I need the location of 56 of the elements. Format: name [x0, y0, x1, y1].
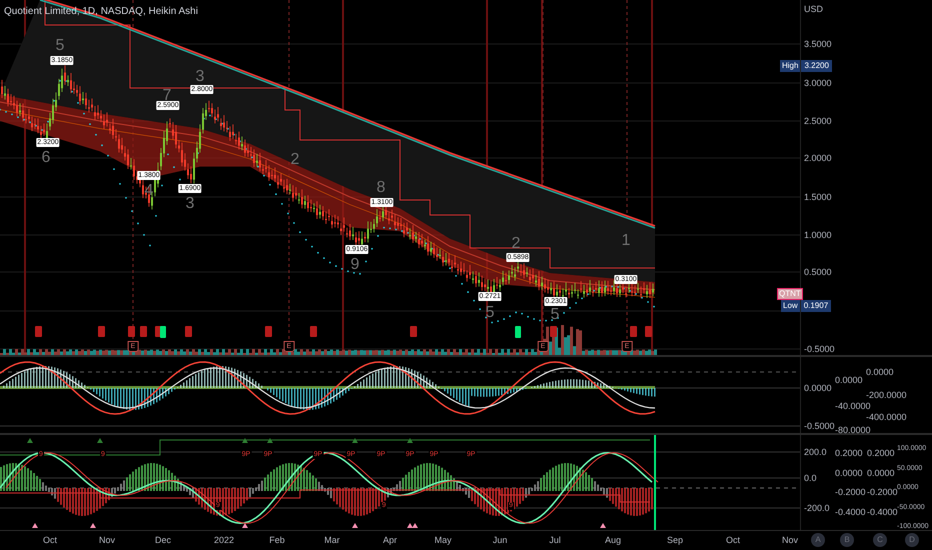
- axis-label: -0.2000: [835, 486, 866, 498]
- time-label: Aug: [605, 534, 621, 546]
- time-label: Oct: [726, 534, 740, 546]
- axis-label: 0.0000: [867, 467, 895, 479]
- axis-label: 1.0000: [804, 229, 832, 241]
- wave-number: 2: [290, 152, 300, 168]
- time-label: Sep: [667, 534, 683, 546]
- axis-label: 0.2000: [835, 447, 863, 459]
- axis-label: -0.5000: [804, 420, 835, 432]
- time-label: Nov: [782, 534, 798, 546]
- time-label: Apr: [383, 534, 397, 546]
- wave-number: 6: [42, 150, 50, 166]
- low-value: 0.1907: [800, 300, 832, 312]
- axis-label: 0.0000: [835, 374, 863, 386]
- axis-label: -400.0000: [866, 411, 907, 423]
- high-label: High: [780, 60, 800, 72]
- wave-number: 9: [350, 257, 360, 273]
- wave-number: 5: [550, 307, 560, 323]
- axis-label: -0.4000: [867, 507, 898, 518]
- axis-label: 0.0000: [835, 467, 863, 479]
- axis-label: 2.0000: [804, 152, 832, 164]
- axis-label: 3.5000: [804, 38, 832, 50]
- axis-label: 2.5000: [804, 115, 832, 127]
- wave-number: 5: [56, 38, 64, 54]
- axis-label: -200.0: [804, 502, 830, 514]
- time-label: May: [434, 534, 452, 546]
- axis-label: -0.5000: [804, 343, 835, 355]
- axis-label: USD: [804, 3, 824, 15]
- axis-label: -0.2000: [867, 487, 898, 498]
- axis-label: 0.2000: [867, 447, 895, 459]
- axis-label: 0.0000: [866, 366, 894, 378]
- axis-label: -200.0000: [866, 389, 907, 401]
- wave-number: 1: [622, 233, 630, 249]
- axis-label: 1.5000: [804, 191, 832, 203]
- symbol-badge: QTNT: [777, 288, 803, 300]
- axis-label: 3.0000: [804, 77, 832, 89]
- axis-label: 200.0: [804, 446, 827, 458]
- axis-label: -0.4000: [835, 506, 866, 518]
- axis-label: 0.5000: [804, 266, 832, 278]
- time-label: Oct: [43, 534, 57, 546]
- axis-label: 0.0000: [804, 382, 832, 394]
- time-label: Mar: [324, 534, 340, 546]
- high-value: 3.2200: [801, 60, 832, 72]
- time-label: Jul: [549, 534, 561, 546]
- time-label: Nov: [99, 534, 115, 546]
- time-label: Feb: [269, 534, 285, 546]
- time-label: Dec: [155, 534, 171, 546]
- wave-number: 3: [196, 69, 204, 85]
- wave-number: 8: [376, 180, 386, 196]
- time-label: Jun: [492, 534, 508, 546]
- time-label: 2022: [214, 534, 234, 546]
- wave-number: 3: [186, 196, 194, 212]
- axis-label: -40.0000: [835, 400, 871, 412]
- low-label: Low: [781, 300, 800, 312]
- axis-label: -80.0000: [835, 424, 871, 436]
- axis-label: 0.0: [804, 472, 817, 484]
